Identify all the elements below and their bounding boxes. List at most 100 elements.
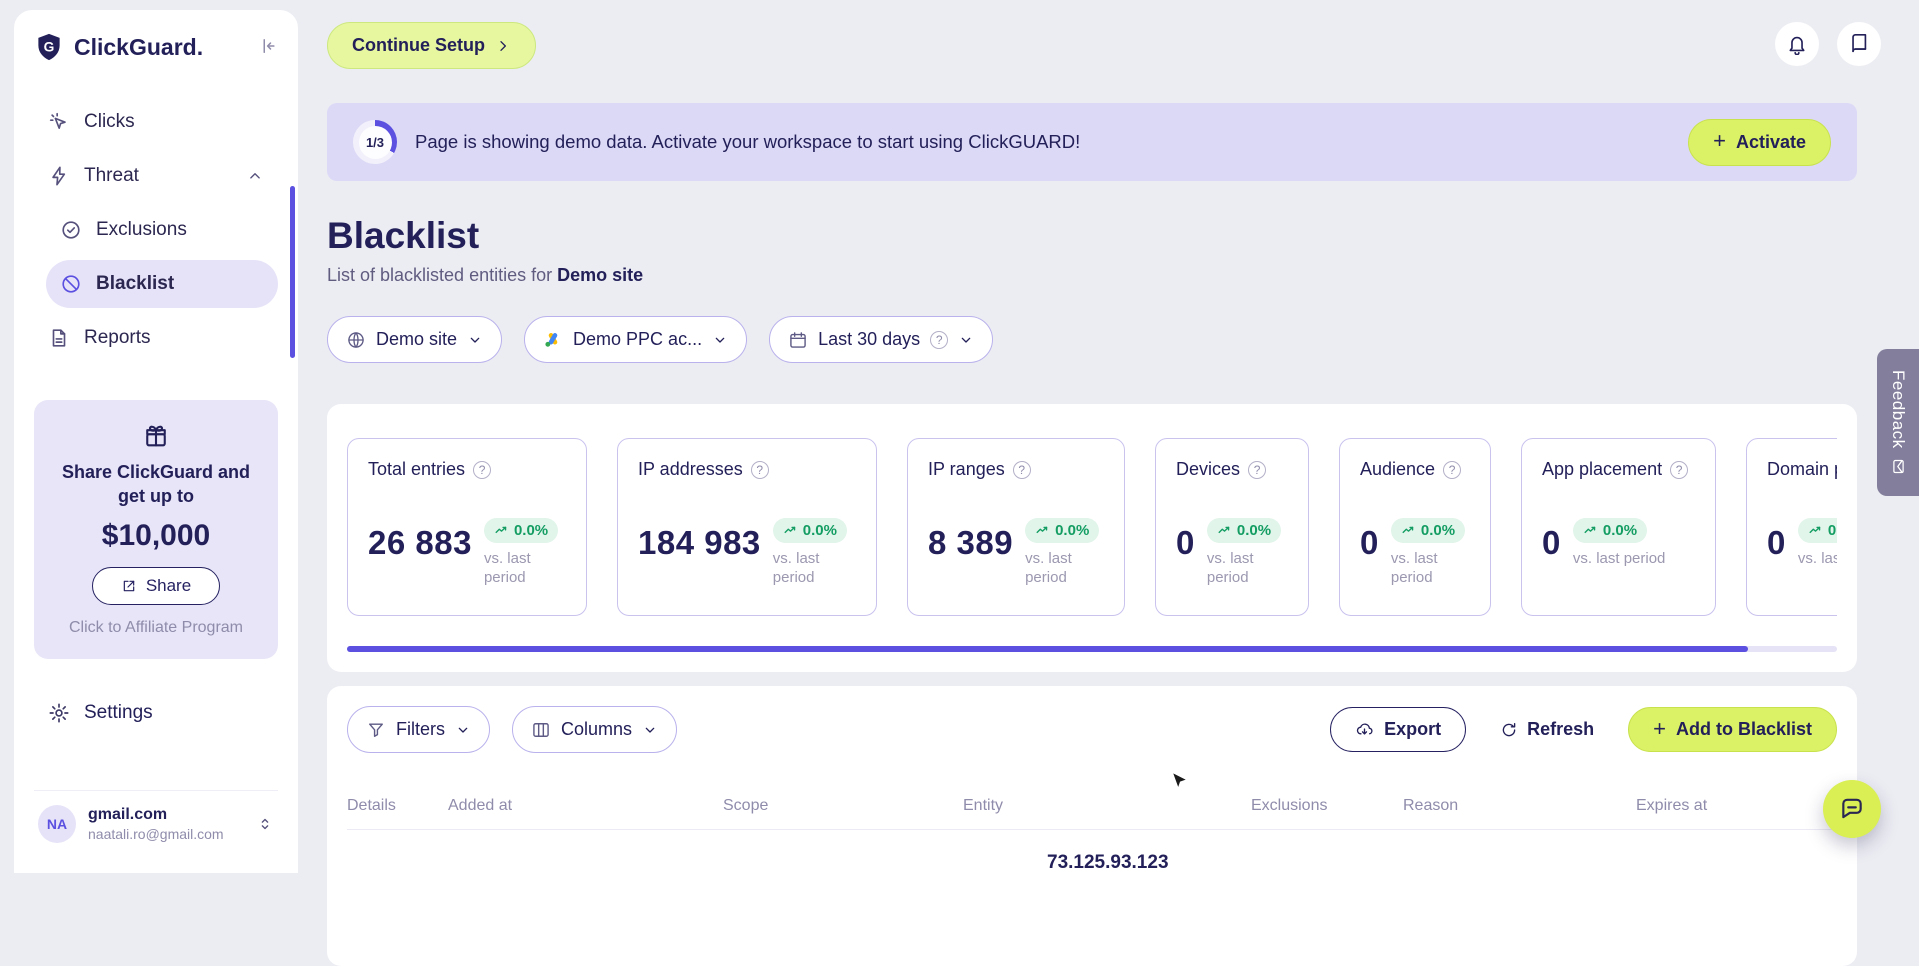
chat-widget-button[interactable] <box>1823 780 1881 838</box>
stat-side: 0.0% vs. last period <box>483 518 566 588</box>
trend-up-icon <box>783 523 798 538</box>
stat-change-badge: 0.0% <box>1797 518 1837 543</box>
chevron-down-icon <box>958 332 974 348</box>
export-button[interactable]: Export <box>1330 707 1467 752</box>
collapse-sidebar-icon[interactable] <box>258 36 278 59</box>
table-row[interactable]: 73.125.93.123 <box>347 830 1837 874</box>
stat-card-devices: Devices? 0 0.0% vs. last period <box>1155 438 1309 616</box>
date-range-selector[interactable]: Last 30 days ? <box>769 316 994 363</box>
help-icon[interactable]: ? <box>750 460 769 479</box>
stat-label: Devices <box>1176 459 1241 479</box>
help-icon[interactable]: ? <box>473 460 492 479</box>
stat-body: 0 0.0% vs. last period <box>1542 518 1695 569</box>
stats-panel: Total entries? 26 883 0.0% vs. last period I… <box>327 404 1857 672</box>
user-email: naatali.ro@gmail.com <box>88 826 224 842</box>
docs-button[interactable] <box>1837 22 1881 66</box>
google-ads-icon <box>543 330 563 350</box>
sidebar-item-blacklist[interactable]: Blacklist <box>46 260 278 308</box>
stat-card-audience: Audience? 0 0.0% vs. last period <box>1339 438 1491 616</box>
sidebar-item-settings[interactable]: Settings <box>34 691 278 735</box>
chevron-down-icon <box>455 722 471 738</box>
sidebar-item-reports[interactable]: Reports <box>34 314 278 362</box>
promo-amount: $10,000 <box>101 518 211 552</box>
help-icon[interactable]: ? <box>930 330 949 349</box>
stat-card-ip-ranges: IP ranges? 8 389 0.0% vs. last period <box>907 438 1125 616</box>
clickguard-logo-icon: G <box>34 32 64 62</box>
page-title: Blacklist <box>327 215 480 256</box>
sidebar-item-label: Blacklist <box>96 273 175 294</box>
cloud-download-icon <box>1355 720 1374 739</box>
stat-side: 0.0% vs. last period <box>1025 518 1104 588</box>
sidebar-scrollbar-thumb[interactable] <box>290 186 295 358</box>
site-selector[interactable]: Demo site <box>327 316 503 363</box>
book-icon <box>1848 33 1870 55</box>
stat-label: Audience <box>1360 459 1436 479</box>
stat-card-app-placement: App placement? 0 0.0% vs. last period <box>1521 438 1716 616</box>
stat-side: 0.0% vs. last period <box>1390 518 1470 588</box>
continue-setup-label: Continue Setup <box>352 35 485 55</box>
help-icon[interactable]: ? <box>1012 460 1031 479</box>
add-to-blacklist-label: Add to Blacklist <box>1675 719 1812 739</box>
refresh-icon <box>1500 721 1518 739</box>
user-menu[interactable]: NA gmail.com naatali.ro@gmail.com <box>34 790 278 851</box>
activate-button[interactable]: + Activate <box>1688 118 1831 166</box>
table-header-exclusions: Exclusions <box>1251 797 1328 814</box>
sidebar-item-threat[interactable]: Threat <box>34 152 278 200</box>
stat-change-value: 0.0% <box>1055 522 1090 539</box>
notifications-button[interactable] <box>1775 22 1819 66</box>
stat-body: 0 0.0% vs. last period <box>1767 518 1837 569</box>
ppc-account-selector[interactable]: Demo PPC ac... <box>524 316 748 363</box>
stat-value: 8 389 <box>928 524 1014 561</box>
stats-scrollbar-track[interactable] <box>347 646 1837 652</box>
lightning-icon <box>48 165 70 187</box>
trend-up-icon <box>494 523 509 538</box>
stat-vs-label: vs. last period <box>1025 550 1072 586</box>
stat-body: 184 983 0.0% vs. last period <box>638 518 856 588</box>
stat-label: Total entries <box>368 459 466 479</box>
continue-setup-button[interactable]: Continue Setup <box>327 22 536 69</box>
logo-text: ClickGuard. <box>74 33 204 60</box>
sidebar-item-exclusions[interactable]: Exclusions <box>46 206 278 254</box>
table-header-expires-at: Expires at <box>1636 797 1708 814</box>
plus-icon: + <box>1653 715 1666 741</box>
affiliate-program-link[interactable]: Click to Affiliate Program <box>69 619 243 637</box>
columns-button[interactable]: Columns <box>512 706 678 753</box>
add-to-blacklist-button[interactable]: + Add to Blacklist <box>1628 707 1837 752</box>
top-icons <box>1775 22 1881 66</box>
gear-icon <box>48 702 70 724</box>
sidebar-item-label: Clicks <box>84 111 135 132</box>
table-header-entity: Entity <box>963 797 1004 814</box>
stat-value: 26 883 <box>368 524 472 561</box>
filters-button[interactable]: Filters <box>347 706 490 753</box>
stat-label: Domain placement <box>1767 459 1837 479</box>
activate-label: Activate <box>1735 131 1806 152</box>
stat-body: 0 0.0% vs. last period <box>1360 518 1470 588</box>
user-domain: gmail.com <box>88 806 168 823</box>
subtitle-site-name: Demo site <box>557 265 644 285</box>
refresh-button[interactable]: Refresh <box>1494 718 1600 741</box>
columns-icon <box>531 720 551 740</box>
account-switcher-icon[interactable] <box>256 815 274 833</box>
share-button[interactable]: Share <box>91 566 221 605</box>
table-header-row: Details Added at Scope Entity Exclusions Reas… <box>347 797 1837 830</box>
stat-head: App placement? <box>1542 459 1695 480</box>
page-subtitle: List of blacklisted entities for Demo si… <box>327 265 1857 286</box>
share-button-label: Share <box>145 575 192 595</box>
stat-vs-label: vs. last period <box>1797 550 1837 567</box>
sidebar-item-clicks[interactable]: Clicks <box>34 98 278 146</box>
funnel-icon <box>366 720 386 740</box>
stats-row: Total entries? 26 883 0.0% vs. last period I… <box>347 438 1837 616</box>
trend-up-icon <box>1808 523 1823 538</box>
help-icon[interactable]: ? <box>1443 460 1462 479</box>
stat-side: 0.0% vs. last period <box>1797 518 1837 569</box>
filters-label: Filters <box>396 719 445 739</box>
stat-head: Domain placement? <box>1767 459 1837 480</box>
help-icon[interactable]: ? <box>1248 460 1267 479</box>
feedback-tab[interactable]: Feedback <box>1877 349 1919 496</box>
stat-change-value: 0.0% <box>1827 522 1837 539</box>
blocked-icon <box>60 273 82 295</box>
help-icon[interactable]: ? <box>1670 460 1689 479</box>
stats-scrollbar-thumb[interactable] <box>347 646 1748 652</box>
stat-change-badge: 0.0% <box>483 518 559 543</box>
setup-progress-label: 1/3 <box>358 125 392 159</box>
